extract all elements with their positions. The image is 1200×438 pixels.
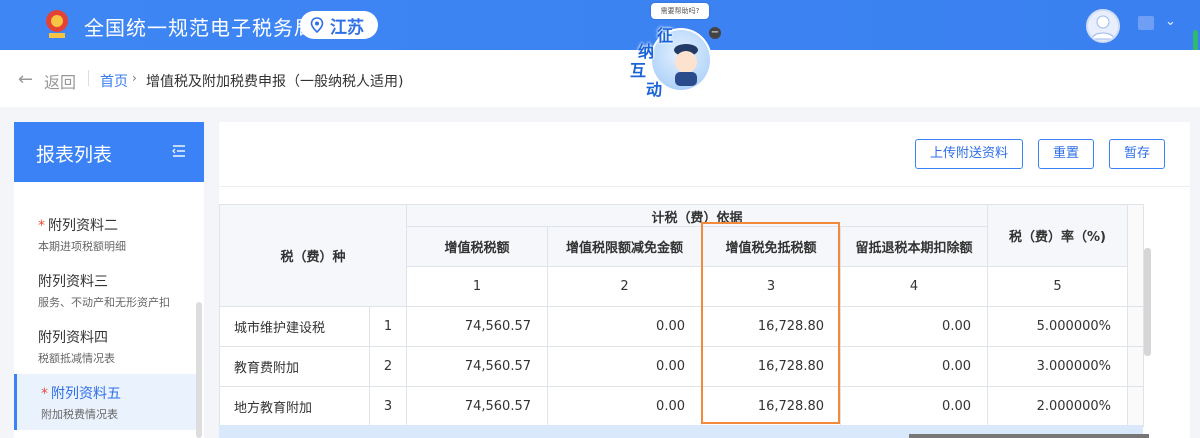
scroll-gutter [1127,204,1144,307]
breadcrumb-separator-icon: › [132,71,137,85]
col-number: 5 [987,266,1128,307]
row-index: 2 [369,346,407,387]
sidebar-item-text: 附列资料二 [48,218,118,234]
save-draft-button[interactable]: 暂存 [1109,139,1165,169]
region-selector[interactable]: 江苏 [300,11,378,39]
user-icon [1091,15,1115,40]
rate-cell: 2.000000% [987,386,1128,427]
sidebar-item-subtitle: 附加税费情况表 [41,408,118,421]
refund-deduct-cell[interactable]: 0.00 [840,386,988,427]
upload-attachments-button[interactable]: 上传附送资料 [915,139,1023,169]
table-scrollbar[interactable] [1144,248,1151,356]
sidebar-item-label: * 附列资料二 [38,215,118,235]
main-panel: 上传附送资料 重置 暂存 税（费）种 计税（费）依据 税（费）率（%) 增值税税… [219,122,1190,438]
col-number: 2 [547,266,702,307]
table-row: 城市维护建设税 1 74,560.57 0.00 16,728.80 0.00 … [219,306,1144,347]
breadcrumb: ← 返回 首页 › 增值税及附加税费申报（一般纳税人适用) [0,50,1200,107]
breadcrumb-divider [88,70,89,86]
mascot-char-3: 互 [630,61,647,80]
surcharge-table: 税（费）种 计税（费）依据 税（费）率（%) 增值税税额 增值税限额减免金额 增… [219,204,1144,427]
exempt-credit-cell[interactable]: 16,728.80 [701,346,841,387]
sidebar-item-attachment-4[interactable]: 附列资料四 税额抵减情况表 [14,318,196,374]
mascot-close-icon[interactable]: − [709,27,721,39]
col-number: 3 [701,266,841,307]
tax-type-name: 城市维护建设税 [219,306,370,347]
sidebar-item-attachment-5[interactable]: * 附列资料五 附加税费情况表 [14,374,196,430]
sidebar-item-subtitle: 服务、不动产和无形资产扣 [38,296,170,309]
region-label: 江苏 [330,17,364,38]
sidebar-scrollbar[interactable] [196,302,202,438]
sidebar-header: 报表列表 [14,122,204,182]
brand-title: 全国统一规范电子税务局 [84,16,315,40]
refund-deduct-cell[interactable]: 0.00 [840,346,988,387]
breadcrumb-current: 增值税及附加税费申报（一般纳税人适用) [146,74,404,90]
col-header-refund-deduct: 留抵退税本期扣除额 [840,226,988,267]
divider [219,186,1190,187]
row-index: 1 [369,306,407,347]
vat-amount-cell[interactable]: 74,560.57 [406,306,548,347]
table-row: 教育费附加 2 74,560.57 0.00 16,728.80 0.00 3.… [219,346,1144,387]
vat-amount-cell[interactable]: 74,560.57 [406,346,548,387]
basis-group-header: 计税（费）依据 [406,204,988,227]
sidebar-item-text: 附列资料五 [51,386,121,402]
tax-type-name: 地方教育附加 [219,386,370,427]
location-pin-icon [310,17,324,33]
chevron-down-icon[interactable]: ⌄ [1165,14,1176,29]
tax-type-header: 税（费）种 [219,204,407,307]
sidebar-item-attachment-2[interactable]: * 附列资料二 本期进项税额明细 [14,206,196,262]
reset-button[interactable]: 重置 [1038,139,1094,169]
col-header-vat: 增值税税额 [406,226,548,267]
sidebar-item-subtitle: 本期进项税额明细 [38,240,126,253]
sidebar-item-subtitle: 税额抵减情况表 [38,352,115,365]
table-row: 地方教育附加 3 74,560.57 0.00 16,728.80 0.00 2… [219,386,1144,427]
rate-header: 税（费）率（%) [987,204,1128,267]
rate-cell: 5.000000% [987,306,1128,347]
mascot-char-4: 动 [646,80,663,99]
scroll-gutter [1127,306,1144,347]
refund-deduct-cell[interactable]: 0.00 [840,306,988,347]
sidebar-item-label: 附列资料四 [38,330,108,346]
col-number: 4 [840,266,988,307]
vat-amount-cell[interactable]: 74,560.57 [406,386,548,427]
mascot-char-1: 征 [657,26,674,45]
emblem-icon [46,10,68,38]
limit-relief-cell[interactable]: 0.00 [547,346,702,387]
back-arrow-icon[interactable]: ← [18,69,33,90]
horizontal-scrollbar[interactable] [909,434,1149,438]
required-marker: * [41,386,48,402]
breadcrumb-home-link[interactable]: 首页 [100,71,128,91]
rate-cell: 3.000000% [987,346,1128,387]
exempt-credit-cell[interactable]: 16,728.80 [701,306,841,347]
sidebar-item-label: * 附列资料五 [41,383,121,403]
report-list-sidebar: 报表列表 * 附列资料二 本期进项税额明细 附列资料三 服务、不动产和无形资产扣 … [14,122,204,438]
row-index: 3 [369,386,407,427]
tax-type-name: 教育费附加 [219,346,370,387]
exempt-credit-cell[interactable]: 16,728.80 [701,386,841,427]
scroll-gutter [1127,386,1144,427]
limit-relief-cell[interactable]: 0.00 [547,386,702,427]
back-button[interactable]: 返回 [44,69,76,93]
sidebar-title: 报表列表 [36,144,113,166]
top-header: 全国统一规范电子税务局 江苏 ⌄ [0,0,1200,50]
col-number: 1 [406,266,548,307]
col-header-exempt-credit: 增值税免抵税额 [701,226,841,267]
help-bubble[interactable]: 需要帮助吗? [651,3,709,19]
user-avatar[interactable] [1086,9,1120,43]
sidebar-item-label: 附列资料三 [38,274,108,290]
collapse-menu-icon[interactable] [172,145,186,157]
scroll-gutter [1127,346,1144,387]
sidebar-item-attachment-3[interactable]: 附列资料三 服务、不动产和无形资产扣 [14,262,196,318]
limit-relief-cell[interactable]: 0.00 [547,306,702,347]
folder-icon[interactable] [1138,16,1154,30]
required-marker: * [38,218,45,234]
col-header-limit-relief: 增值税限额减免金额 [547,226,702,267]
